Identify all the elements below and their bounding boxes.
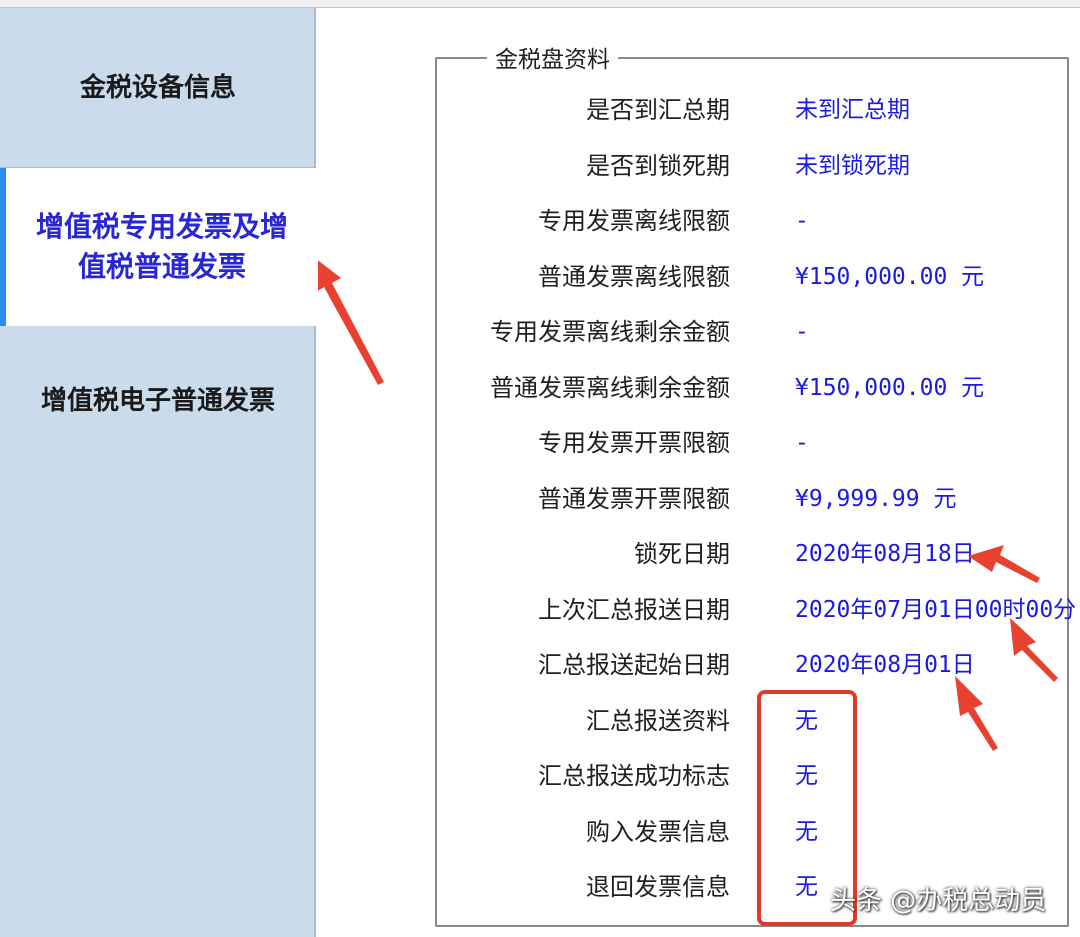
row-label: 是否到汇总期 [586, 96, 730, 124]
window-top-edge [0, 0, 1080, 8]
row-value: 2020年08月01日 [795, 652, 975, 678]
tab-vat-special-and-normal-invoice[interactable]: 增值税专用发票及增值税普通发票 [0, 168, 318, 326]
info-row: 汇总报送起始日期 2020年08月01日 [436, 638, 1076, 693]
info-row: 汇总报送资料 无 [436, 694, 1076, 749]
row-value: 2020年08月18日 [795, 541, 975, 567]
row-label: 普通发票离线限额 [538, 263, 730, 291]
row-label: 汇总报送起始日期 [538, 651, 730, 679]
row-value: 未到锁死期 [795, 153, 910, 179]
info-row: 是否到锁死期 未到锁死期 [436, 139, 1076, 194]
info-row: 购入发票信息 无 [436, 805, 1076, 860]
row-label: 锁死日期 [634, 540, 730, 568]
info-row: 普通发票离线剩余金额 ¥150,000.00 元 [436, 361, 1076, 416]
info-row: 普通发票开票限额 ¥9,999.99 元 [436, 472, 1076, 527]
info-row: 上次汇总报送日期 2020年07月01日00时00分 [436, 583, 1076, 638]
row-label: 汇总报送成功标志 [538, 762, 730, 790]
row-label: 专用发票离线限额 [538, 207, 730, 235]
row-label: 专用发票开票限额 [538, 429, 730, 457]
info-row: 专用发票开票限额 - [436, 416, 1076, 471]
row-label: 普通发票开票限额 [538, 485, 730, 513]
row-label: 是否到锁死期 [586, 152, 730, 180]
row-value: - [795, 319, 809, 345]
row-label: 专用发票离线剩余金额 [490, 318, 730, 346]
row-value: ¥9,999.99 元 [795, 486, 957, 512]
row-value: 2020年07月01日00时00分 [795, 597, 1077, 623]
tab-tax-device-info[interactable]: 金税设备信息 [0, 8, 316, 168]
row-label: 购入发票信息 [586, 818, 730, 846]
info-row: 锁死日期 2020年08月18日 [436, 527, 1076, 582]
row-label: 退回发票信息 [586, 873, 730, 901]
info-row: 是否到汇总期 未到汇总期 [436, 83, 1076, 138]
row-label: 普通发票离线剩余金额 [490, 374, 730, 402]
info-row: 专用发票离线限额 - [436, 194, 1076, 249]
info-row: 专用发票离线剩余金额 - [436, 305, 1076, 360]
row-label: 上次汇总报送日期 [538, 596, 730, 624]
row-value: - [795, 208, 809, 234]
group-legend: 金税盘资料 [487, 40, 618, 74]
info-row: 普通发票离线限额 ¥150,000.00 元 [436, 250, 1076, 305]
row-value: 未到汇总期 [795, 97, 910, 123]
row-label: 汇总报送资料 [586, 707, 730, 735]
row-value: ¥150,000.00 元 [795, 375, 985, 401]
watermark: 头条 @办税总动员 [830, 886, 1047, 916]
row-value: ¥150,000.00 元 [795, 264, 985, 290]
info-row: 汇总报送成功标志 无 [436, 749, 1076, 804]
annotation-arrow-icon [307, 252, 384, 385]
tab-vat-electronic-invoice[interactable]: 增值税电子普通发票 [0, 326, 316, 476]
row-value: - [795, 430, 809, 456]
